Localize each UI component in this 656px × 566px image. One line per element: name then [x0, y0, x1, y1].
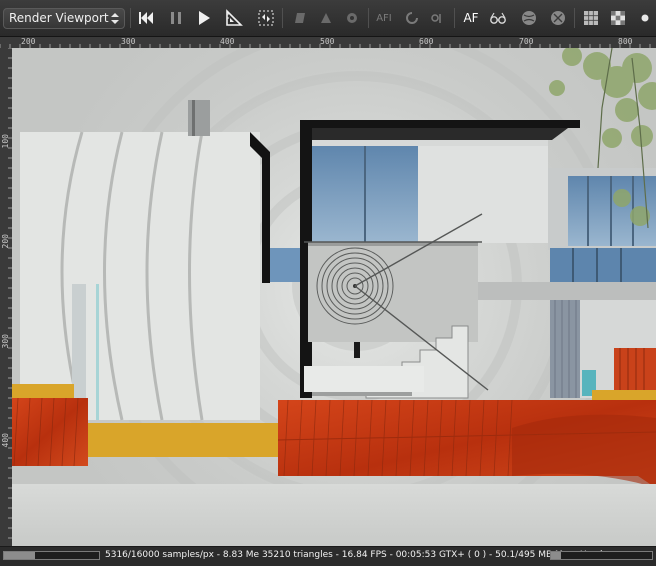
toolbar-separator	[574, 8, 575, 28]
globe-alt-icon	[551, 11, 565, 25]
ruler-label: 200	[21, 37, 36, 46]
grid-icon	[584, 11, 598, 25]
clay-render-button[interactable]	[288, 6, 312, 30]
environment-button[interactable]	[517, 6, 541, 30]
render-toolbar: Render Viewport AFI AF	[0, 0, 656, 37]
grid-button[interactable]	[579, 6, 603, 30]
scene-settings-button[interactable]	[340, 6, 364, 30]
subsample-button[interactable]	[314, 6, 338, 30]
set-focus-button[interactable]	[222, 6, 246, 30]
render-status-text: 5316/16000 samples/px - 8.83 Me 35210 tr…	[105, 550, 603, 560]
checkerboard-icon	[611, 11, 625, 25]
ruler-label: 300	[121, 37, 136, 46]
skip-to-start-icon	[139, 12, 153, 24]
ruler-label: 500	[320, 37, 335, 46]
auto-focus-button[interactable]: AF	[459, 6, 483, 30]
render-viewport[interactable]	[12, 48, 656, 546]
ruler-label: 400	[1, 433, 10, 448]
region-render-button[interactable]	[254, 6, 278, 30]
vertical-ruler: 100 200 300 400	[0, 48, 12, 546]
play-icon	[199, 11, 210, 25]
record-button[interactable]	[633, 6, 656, 30]
environment-alt-button[interactable]	[546, 6, 570, 30]
pause-render-button[interactable]	[164, 6, 188, 30]
vertical-ruler-ticks	[8, 48, 12, 539]
subsample-icon	[321, 13, 331, 23]
toolbar-separator	[282, 8, 283, 28]
pick-focus-button[interactable]	[426, 6, 450, 30]
afi-button[interactable]: AFI	[372, 6, 396, 30]
status-bar: 5316/16000 samples/px - 8.83 Me 35210 tr…	[0, 546, 656, 566]
record-icon	[641, 14, 649, 22]
globe-icon	[522, 11, 536, 25]
glasses-icon	[490, 12, 506, 24]
horizontal-ruler: 200 300 400 500 600 700 800	[0, 37, 656, 48]
rendered-scene	[12, 48, 656, 546]
memory-usage-bar	[550, 551, 653, 560]
reset-render-button[interactable]	[134, 6, 158, 30]
focus-tool-icon	[226, 9, 243, 26]
ruler-label: 200	[1, 234, 10, 249]
ruler-label: 300	[1, 334, 10, 349]
refresh-button[interactable]	[400, 6, 424, 30]
toolbar-separator	[130, 8, 131, 28]
refresh-icon	[406, 12, 418, 24]
toolbar-separator	[454, 8, 455, 28]
ruler-label: 100	[1, 134, 10, 149]
memory-usage-fill	[551, 552, 562, 559]
ruler-label: 700	[519, 37, 534, 46]
auto-focus-label: AF	[463, 11, 479, 25]
toolbar-separator	[368, 8, 369, 28]
ruler-label: 400	[220, 37, 235, 46]
ruler-label: 800	[618, 37, 633, 46]
dropdown-arrows-icon	[111, 13, 119, 24]
pick-icon	[431, 14, 441, 23]
alpha-checker-button[interactable]	[606, 6, 630, 30]
ruler-label: 600	[419, 37, 434, 46]
start-render-button[interactable]	[192, 6, 216, 30]
pause-icon	[171, 12, 181, 24]
samples-progress-fill	[4, 552, 36, 559]
region-select-icon	[258, 10, 274, 26]
clay-icon	[295, 13, 305, 23]
samples-progress-bar	[3, 551, 100, 560]
view-mode-dropdown[interactable]: Render Viewport	[3, 8, 125, 29]
afi-label: AFI	[376, 12, 392, 24]
view-mode-label: Render Viewport	[9, 11, 109, 25]
stereo-button[interactable]	[486, 6, 510, 30]
gear-icon	[347, 13, 357, 23]
